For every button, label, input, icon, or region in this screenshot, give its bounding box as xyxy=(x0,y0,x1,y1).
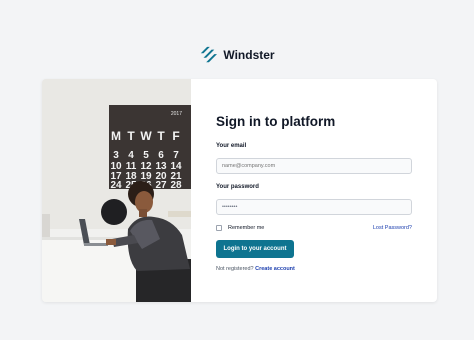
remember-me-label[interactable]: Remember me xyxy=(228,225,264,231)
calendar-day: 6 xyxy=(158,150,164,161)
register-prompt: Not registered? Create account xyxy=(216,266,412,272)
page-title: Sign in to platform xyxy=(216,114,336,129)
login-form: Sign in to platform Your email Your pass… xyxy=(191,79,437,302)
calendar-day: 24 xyxy=(110,180,122,191)
create-account-link[interactable]: Create account xyxy=(255,266,295,272)
remember-me-checkbox[interactable] xyxy=(216,225,222,231)
calendar-day: 28 xyxy=(170,180,182,191)
calendar-day: 3 xyxy=(113,150,119,161)
password-group: Your password xyxy=(216,184,412,215)
speaker-icon xyxy=(101,199,127,225)
office-illustration: 2017 M T W T F 3 4 5 6 7 10 11 12 13 14 … xyxy=(42,79,191,302)
calendar-day: 4 xyxy=(128,150,134,161)
brand-header: Windster xyxy=(0,46,474,64)
email-group: Your email xyxy=(216,143,412,174)
email-field[interactable] xyxy=(216,158,412,174)
calendar-day: 5 xyxy=(143,150,149,161)
calendar-year: 2017 xyxy=(171,111,182,117)
password-field[interactable] xyxy=(216,199,412,215)
calendar-weekday: F xyxy=(172,129,179,143)
calendar-weekday: T xyxy=(157,129,165,143)
not-registered-text: Not registered? xyxy=(216,266,254,272)
lost-password-link[interactable]: Lost Password? xyxy=(373,225,412,231)
calendar-weekday: W xyxy=(140,129,152,143)
options-row: Remember me Lost Password? xyxy=(216,225,412,231)
calendar-weekday: T xyxy=(127,129,135,143)
calendar-day: 7 xyxy=(173,150,179,161)
hero-photo: 2017 M T W T F 3 4 5 6 7 10 11 12 13 14 … xyxy=(42,79,191,302)
remember-me: Remember me xyxy=(216,225,264,231)
brand-name: Windster xyxy=(223,48,275,62)
password-label: Your password xyxy=(216,184,259,190)
email-label: Your email xyxy=(216,143,247,149)
login-card: 2017 M T W T F 3 4 5 6 7 10 11 12 13 14 … xyxy=(42,79,437,302)
calendar-weekday: M xyxy=(111,129,121,143)
login-button[interactable]: Login to your account xyxy=(216,240,294,258)
windster-logo-icon xyxy=(201,46,218,63)
calendar-day: 27 xyxy=(155,180,167,191)
